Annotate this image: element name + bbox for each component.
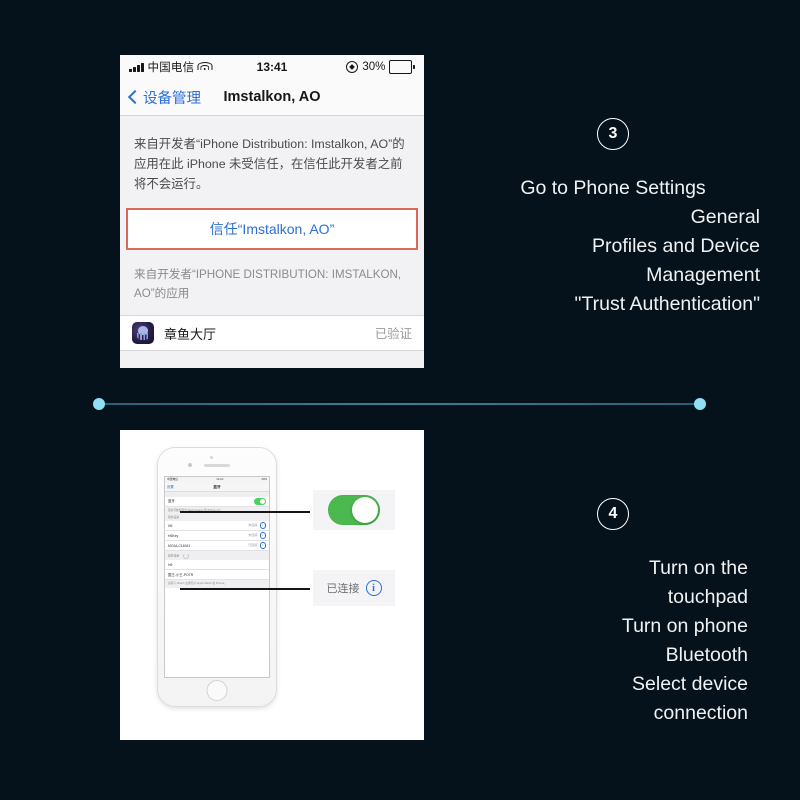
device-row[interactable]: H6 未连接 i (165, 521, 269, 532)
step4-instructions: 4 Turn on the touchpad Turn on phone Blu… (448, 498, 778, 728)
trust-button-wrapper: 信任“Imstalkon, AO” (120, 208, 424, 251)
chevron-left-icon (127, 89, 143, 105)
front-camera-icon (188, 463, 192, 467)
info-circle-icon[interactable]: i (259, 522, 266, 529)
step4-line-6: connection (653, 702, 748, 725)
bluetooth-toggle-row[interactable]: 蓝牙 (165, 497, 269, 507)
step3-line-3: Profiles and Device (592, 235, 760, 258)
profile-detail-body: 来自开发者“iPhone Distribution: Imstalkon, AO… (120, 116, 424, 368)
divider-dot-right (694, 398, 706, 410)
back-button-label: 设备管理 (143, 90, 201, 107)
callout-connected-status: 已连接 i (313, 570, 395, 606)
mini-nav-bar: 设置 蓝牙 (165, 483, 269, 492)
mini-time: 14:10 (216, 477, 224, 482)
iphone-screen: 中国电信 14:10 40% 设置 蓝牙 蓝牙 现在可被发现为“David Hu… (164, 476, 270, 678)
step3-number-badge: 3 (597, 118, 629, 150)
status-time: 13:41 (256, 60, 288, 74)
step3-line-2: General (690, 206, 760, 229)
device-row[interactable]: H6Key 未连接 i (165, 531, 269, 542)
proximity-sensor-icon (210, 456, 213, 459)
other-devices-header: 其他设备 (165, 551, 269, 561)
ios-nav-bar: 设备管理 Imstalkon, AO (120, 79, 424, 116)
step4-line-4: Bluetooth (665, 644, 748, 667)
device-row[interactable]: MOJA,C16341 已连接 i (165, 541, 269, 552)
other-device-row[interactable]: 国王-小王-POTR (165, 570, 269, 581)
octopus-app-icon (132, 322, 154, 345)
step3-line-4: Management (646, 264, 760, 287)
step3-line-1: Go to Phone Settings (520, 177, 706, 199)
step3-screenshot-panel: 中国电信 13:41 30% 设备管理 Imstalkon, AO 来自开发者“… (120, 55, 424, 368)
step3-instructions: 3 Go to Phone Settings General Profiles … (448, 118, 778, 319)
device-status: 未连接 (248, 532, 258, 537)
callout-leader-line-connected (180, 588, 310, 590)
info-circle-icon[interactable]: i (365, 580, 382, 596)
device-name: 国王-小王-POTR (168, 572, 194, 577)
info-circle-icon[interactable]: i (259, 532, 266, 539)
device-name: H6 (168, 523, 173, 528)
step4-line-5: Select device (632, 673, 748, 696)
device-status-group: 未连接 i (248, 522, 266, 529)
trust-developer-button[interactable]: 信任“Imstalkon, AO” (126, 208, 418, 251)
device-status: 已连接 (248, 542, 258, 547)
app-name-label: 章鱼大厅 (164, 326, 217, 342)
step4-line-2: touchpad (667, 586, 748, 609)
device-name: H6 (168, 562, 173, 567)
step3-text-block: Go to Phone Settings General Profiles an… (448, 174, 778, 319)
step4-text-block: Turn on the touchpad Turn on phone Bluet… (448, 554, 778, 728)
mini-battery: 40% (261, 477, 267, 482)
bluetooth-label: 蓝牙 (168, 499, 175, 504)
device-name: H6Key (168, 533, 179, 538)
bluetooth-toggle-switch[interactable] (254, 498, 266, 505)
device-status: 未连接 (248, 522, 258, 527)
callout-bluetooth-toggle (313, 490, 395, 530)
connected-status-label: 已连接 (326, 583, 360, 595)
device-name: MOJA,C16341 (168, 543, 191, 548)
ios-status-bar: 中国电信 13:41 30% (120, 55, 424, 79)
bluetooth-footer-note: 如需与 Watch 这类配对 Apple Watch 和 iPhone。 (165, 580, 269, 588)
device-status-group: 未连接 i (248, 532, 266, 539)
divider-dot-left (93, 398, 105, 410)
other-device-row[interactable]: H6 (165, 560, 269, 571)
bluetooth-toggle-magnified[interactable] (328, 495, 380, 525)
mini-back-label[interactable]: 设置 (167, 485, 174, 489)
callout-leader-line-toggle (180, 511, 310, 513)
earpiece-speaker (204, 464, 230, 467)
poster-canvas: 中国电信 13:41 30% 设备管理 Imstalkon, AO 来自开发者“… (0, 0, 800, 800)
mini-nav-title: 蓝牙 (213, 484, 221, 489)
device-status-group: 已连接 i (248, 542, 266, 549)
iphone-device-photo: 中国电信 14:10 40% 设置 蓝牙 蓝牙 现在可被发现为“David Hu… (158, 448, 276, 706)
step4-line-1: Turn on the (648, 557, 748, 579)
step3-line-5: "Trust Authentication" (574, 293, 760, 316)
step4-photo-panel: 中国电信 14:10 40% 设置 蓝牙 蓝牙 现在可被发现为“David Hu… (120, 430, 424, 740)
info-circle-icon[interactable]: i (259, 542, 266, 549)
step4-line-3: Turn on phone (621, 615, 748, 638)
mini-carrier: 中国电信 (167, 477, 179, 482)
home-button[interactable] (206, 680, 228, 701)
app-list-row[interactable]: 章鱼大厅 已验证 (120, 315, 424, 352)
loading-spinner-icon (182, 552, 189, 559)
apps-section-header: 来自开发者“IPHONE DISTRIBUTION: IMSTALKON, AO… (134, 268, 402, 300)
section-divider-line (99, 403, 700, 405)
step4-number-badge: 4 (597, 498, 629, 530)
other-devices-label: 其他设备 (168, 553, 180, 558)
profile-description: 来自开发者“iPhone Distribution: Imstalkon, AO… (134, 137, 405, 192)
app-verified-status: 已验证 (374, 327, 412, 342)
back-button[interactable]: 设备管理 (127, 87, 201, 108)
panel-bottom-strip (120, 351, 424, 366)
